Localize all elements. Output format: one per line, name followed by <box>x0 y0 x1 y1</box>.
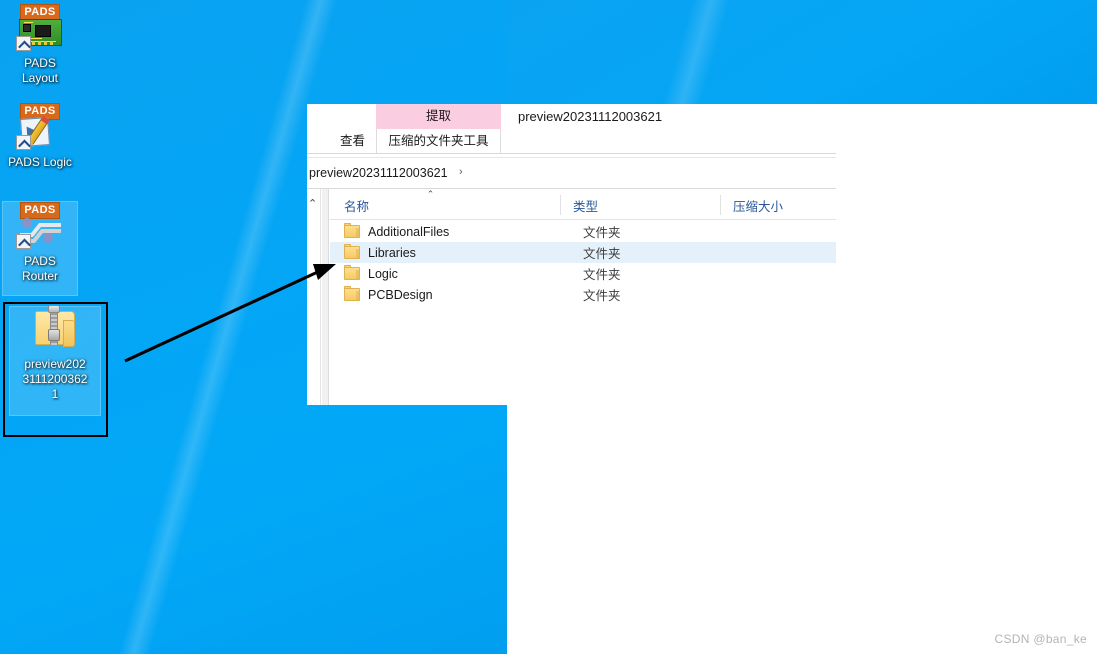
column-header-type[interactable]: 类型 <box>573 198 598 216</box>
zip-archive-icon <box>31 305 79 353</box>
table-row[interactable]: PCBDesign 文件夹 <box>330 284 836 305</box>
pads-layout-icon: PADS <box>16 4 64 52</box>
address-bar[interactable]: preview20231112003621 › <box>307 158 836 188</box>
file-name: Libraries <box>368 245 416 260</box>
desktop-icon-pads-logic[interactable]: PADS PADS Logic <box>3 103 77 170</box>
folder-icon <box>344 244 360 259</box>
folder-icon <box>344 286 360 301</box>
table-row[interactable]: Logic 文件夹 <box>330 263 836 284</box>
file-type: 文件夹 <box>583 289 621 303</box>
window-title: preview20231112003621 <box>518 109 663 124</box>
shortcut-overlay-icon <box>16 36 31 51</box>
navigation-pane-sliver[interactable]: ⌃ <box>307 189 321 405</box>
tab-view[interactable]: 查看 <box>329 129 376 153</box>
column-divider[interactable] <box>720 195 721 215</box>
pads-logic-icon: PADS <box>16 103 64 151</box>
file-type: 文件夹 <box>583 247 621 261</box>
desktop-light-streak <box>507 0 1097 104</box>
file-explorer-window: 提取 查看 压缩的文件夹工具 preview20231112003621 pre… <box>307 104 836 405</box>
file-type: 文件夹 <box>583 226 621 240</box>
contextual-tab-header[interactable]: 提取 <box>376 104 501 129</box>
desktop-icon-label: PADS <box>24 56 56 70</box>
file-name: AdditionalFiles <box>368 224 450 239</box>
column-header-compressed-size[interactable]: 压缩大小 <box>733 198 783 216</box>
file-name: PCBDesign <box>368 287 433 302</box>
folder-icon <box>344 223 360 238</box>
table-row[interactable]: Libraries 文件夹 <box>330 242 836 263</box>
file-list: AdditionalFiles 文件夹 Libraries 文件夹 Logic … <box>330 221 836 405</box>
column-header-name[interactable]: 名称 <box>344 198 369 216</box>
column-divider[interactable] <box>560 195 561 215</box>
desktop-icon-label-2: Layout <box>21 71 59 85</box>
file-type: 文件夹 <box>583 268 621 282</box>
desktop-icon-pads-layout[interactable]: PADS PADS Layout <box>3 4 77 86</box>
ribbon-divider <box>307 153 836 154</box>
column-header-row: 名称 ⌃ 类型 压缩大小 <box>330 189 836 220</box>
watermark-text: CSDN @ban_ke <box>994 632 1087 646</box>
navigation-pane-splitter[interactable] <box>322 189 329 405</box>
table-row[interactable]: AdditionalFiles 文件夹 <box>330 221 836 242</box>
address-path-text[interactable]: preview20231112003621 <box>309 165 448 182</box>
pads-router-icon: PADS <box>16 202 64 250</box>
desktop-icon-zip-archive[interactable]: preview202 3111200362 1 <box>9 305 101 416</box>
screen-root: PADS PADS Layout PADS PADS Logic PADS PA… <box>0 0 1097 654</box>
file-name: Logic <box>368 266 398 281</box>
chevron-right-icon[interactable]: › <box>459 166 463 178</box>
desktop-icon-label-2: 3111200362 <box>22 372 88 386</box>
nav-pane-stub-icon: ⌃ <box>308 198 318 210</box>
desktop-icon-label: preview202 <box>24 357 86 371</box>
shortcut-overlay-icon <box>16 135 31 150</box>
desktop-icon-label: PADS Logic <box>8 155 72 169</box>
tab-compressed-folder-tools[interactable]: 压缩的文件夹工具 <box>376 129 501 153</box>
shortcut-overlay-icon <box>16 234 31 249</box>
desktop-icon-pads-router[interactable]: PADS PADS Router <box>2 201 78 296</box>
ribbon-tab-strip: 提取 查看 压缩的文件夹工具 preview20231112003621 <box>307 104 836 153</box>
desktop-icon-label-3: 1 <box>51 387 59 401</box>
desktop-icon-label-2: Router <box>21 269 59 283</box>
desktop-icon-label: PADS <box>24 254 56 268</box>
sort-ascending-icon: ⌃ <box>426 189 435 199</box>
folder-icon <box>344 265 360 280</box>
